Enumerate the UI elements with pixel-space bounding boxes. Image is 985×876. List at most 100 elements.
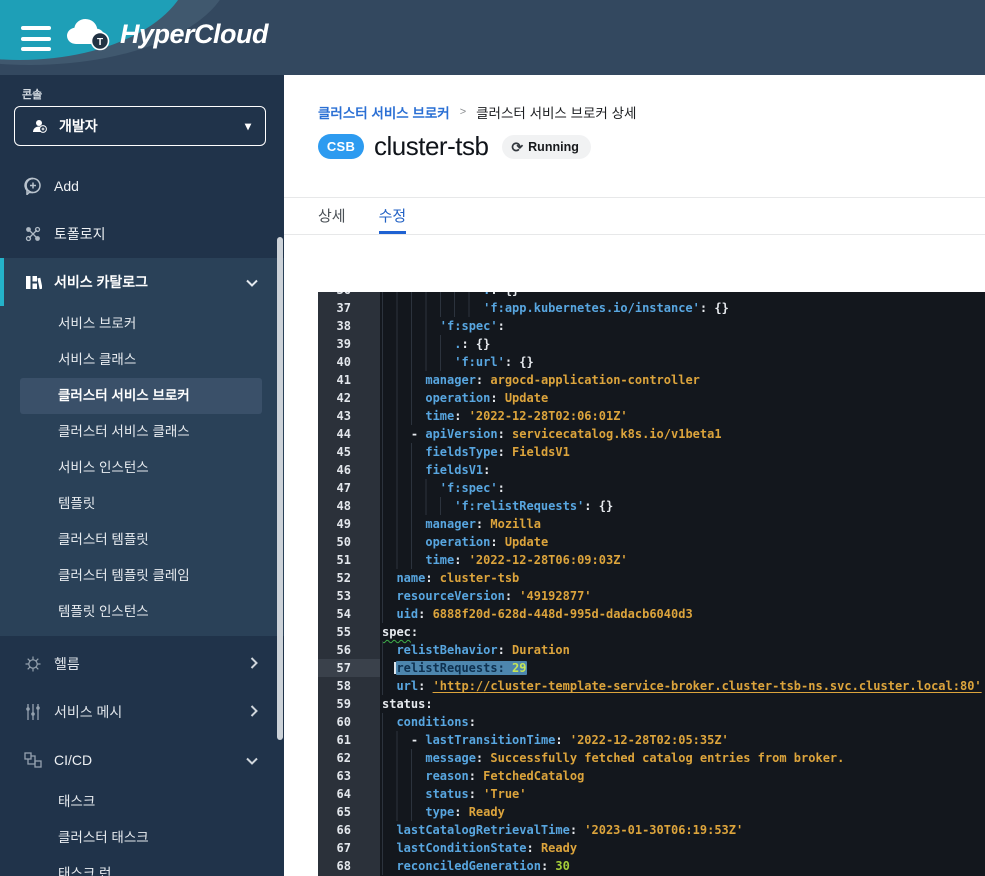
- code-line[interactable]: reason: FetchedCatalog: [382, 767, 985, 785]
- code-line[interactable]: uid: 6888f20d-628d-448d-995d-dadacb6040d…: [382, 605, 985, 623]
- main-content: 클러스터 서비스 브로커 > 클러스터 서비스 브로커 상세 CSB clust…: [284, 75, 985, 876]
- sidebar-item-label: Add: [54, 178, 79, 194]
- page: T HyperCloud 콘솔 개발자 ▾ Add: [0, 0, 985, 876]
- code-line[interactable]: - apiVersion: servicecatalog.k8s.io/v1be…: [382, 425, 985, 443]
- sidebar-scrollbar[interactable]: [277, 237, 283, 740]
- breadcrumb-separator: >: [460, 106, 466, 118]
- code-line[interactable]: - lastTransitionTime: '2022-12-28T02:05:…: [382, 731, 985, 749]
- add-icon: [24, 177, 42, 195]
- gutter-line-number: 37: [318, 299, 380, 317]
- gutter-line-number: 63: [318, 767, 380, 785]
- yaml-editor[interactable]: 3637383940414243444546474849505152535455…: [318, 292, 985, 876]
- code-line[interactable]: conditions:: [382, 713, 985, 731]
- code-line[interactable]: manager: Mozilla: [382, 515, 985, 533]
- gutter-line-number: 47: [318, 479, 380, 497]
- gutter-line-number: 36: [318, 292, 380, 299]
- tab-bar: 상세 수정: [318, 197, 439, 234]
- menu-toggle-button[interactable]: [21, 26, 51, 51]
- breadcrumb-link[interactable]: 클러스터 서비스 브로커: [318, 102, 450, 122]
- code-line[interactable]: time: '2022-12-28T02:06:01Z': [382, 407, 985, 425]
- code-line[interactable]: fieldsV1:: [382, 461, 985, 479]
- sidebar-item-service-mesh[interactable]: 서비스 메시: [0, 688, 284, 736]
- gutter-line-number: 42: [318, 389, 380, 407]
- gutter-line-number: 50: [318, 533, 380, 551]
- gutter-line-number: 38: [318, 317, 380, 335]
- sidebar-subitem[interactable]: 클러스터 태스크: [0, 820, 284, 856]
- code-line[interactable]: 'f:spec':: [382, 479, 985, 497]
- tab-edit[interactable]: 수정: [379, 197, 407, 234]
- gutter-line-number: 58: [318, 677, 380, 695]
- gutter-line-number: 57: [318, 659, 380, 677]
- gutter-line-number: 61: [318, 731, 380, 749]
- code-line[interactable]: time: '2022-12-28T06:09:03Z': [382, 551, 985, 569]
- gutter-line-number: 68: [318, 857, 380, 875]
- sidebar-subitem[interactable]: 클러스터 서비스 클래스: [0, 414, 284, 450]
- sidebar-item-service-catalog[interactable]: 서비스 카탈로그: [0, 258, 284, 306]
- sliders-icon: [24, 703, 42, 721]
- gutter-line-number: 41: [318, 371, 380, 389]
- brand-logo: T HyperCloud: [62, 14, 268, 54]
- gutter-line-number: 43: [318, 407, 380, 425]
- sidebar-subitem[interactable]: 클러스터 템플릿 클레임: [0, 558, 284, 594]
- sidebar-item-add[interactable]: Add: [0, 162, 284, 210]
- sidebar-subitem[interactable]: 클러스터 템플릿: [0, 522, 284, 558]
- gutter-line-number: 46: [318, 461, 380, 479]
- gutter-line-number: 49: [318, 515, 380, 533]
- sidebar-subitem[interactable]: 서비스 클래스: [0, 342, 284, 378]
- nav-group-service-catalog: 서비스 카탈로그 서비스 브로커서비스 클래스클러스터 서비스 브로커클러스터 …: [0, 258, 284, 636]
- code-line[interactable]: lastCatalogRetrievalTime: '2023-01-30T06…: [382, 821, 985, 839]
- code-line[interactable]: 'f:url': {}: [382, 353, 985, 371]
- sidebar-item-helm[interactable]: 헬름: [0, 640, 284, 688]
- code-line[interactable]: operation: Update: [382, 533, 985, 551]
- gutter-line-number: 55: [318, 623, 380, 641]
- code-line[interactable]: lastConditionState: Ready: [382, 839, 985, 857]
- sidebar-item-label: 헬름: [54, 654, 80, 674]
- code-line[interactable]: 'f:spec':: [382, 317, 985, 335]
- sidebar-group-label: 서비스 카탈로그: [54, 272, 148, 292]
- tab-details[interactable]: 상세: [318, 197, 346, 234]
- hypercloud-cloud-icon: T: [62, 14, 114, 54]
- code-line[interactable]: relistBehavior: Duration: [382, 641, 985, 659]
- code-line[interactable]: spec:: [382, 623, 985, 641]
- code-line[interactable]: relistRequests: 29: [382, 659, 985, 677]
- sidebar-item-cicd[interactable]: CI/CD: [0, 736, 284, 784]
- app-header: T HyperCloud: [0, 0, 985, 75]
- sidebar-subitem[interactable]: 클러스터 서비스 브로커: [20, 378, 262, 414]
- gutter-line-number: 39: [318, 335, 380, 353]
- code-line[interactable]: status: 'True': [382, 785, 985, 803]
- topology-icon: [24, 225, 42, 243]
- code-line[interactable]: resourceVersion: '49192877': [382, 587, 985, 605]
- resource-kind-badge: CSB: [318, 134, 364, 159]
- code-line[interactable]: fieldsType: FieldsV1: [382, 443, 985, 461]
- chevron-right-icon: [250, 656, 258, 672]
- sidebar-subitem[interactable]: 서비스 브로커: [0, 306, 284, 342]
- sidebar-subitem[interactable]: 태스크: [0, 784, 284, 820]
- sidebar-subitem[interactable]: 템플릿 인스턴스: [0, 594, 284, 630]
- code-line[interactable]: .: {}: [382, 335, 985, 353]
- editor-code[interactable]: .: {}'f:app.kubernetes.io/instance': {}'…: [380, 292, 985, 875]
- catalog-icon: [24, 273, 42, 291]
- gutter-line-number: 53: [318, 587, 380, 605]
- code-line[interactable]: url: 'http://cluster-template-service-br…: [382, 677, 985, 695]
- code-line[interactable]: name: cluster-tsb: [382, 569, 985, 587]
- code-line[interactable]: status:: [382, 695, 985, 713]
- editor-gutter: 3637383940414243444546474849505152535455…: [318, 292, 380, 875]
- gutter-line-number: 45: [318, 443, 380, 461]
- sidebar-subitem[interactable]: 템플릿: [0, 486, 284, 522]
- sidebar-item-topology[interactable]: 토폴로지: [0, 210, 284, 258]
- gutter-line-number: 64: [318, 785, 380, 803]
- catalog-subitems: 서비스 브로커서비스 클래스클러스터 서비스 브로커클러스터 서비스 클래스서비…: [0, 306, 284, 630]
- perspective-dropdown[interactable]: 개발자 ▾: [14, 106, 266, 146]
- code-line[interactable]: operation: Update: [382, 389, 985, 407]
- sidebar-subitem[interactable]: 서비스 인스턴스: [0, 450, 284, 486]
- code-line[interactable]: reconciledGeneration: 30: [382, 857, 985, 875]
- code-line[interactable]: .: {}: [382, 292, 985, 299]
- gutter-line-number: 51: [318, 551, 380, 569]
- sidebar-subitem[interactable]: 태스크 런: [0, 856, 284, 876]
- code-line[interactable]: manager: argocd-application-controller: [382, 371, 985, 389]
- code-line[interactable]: message: Successfully fetched catalog en…: [382, 749, 985, 767]
- code-line[interactable]: 'f:app.kubernetes.io/instance': {}: [382, 299, 985, 317]
- chevron-right-icon: [250, 704, 258, 720]
- code-line[interactable]: type: Ready: [382, 803, 985, 821]
- code-line[interactable]: 'f:relistRequests': {}: [382, 497, 985, 515]
